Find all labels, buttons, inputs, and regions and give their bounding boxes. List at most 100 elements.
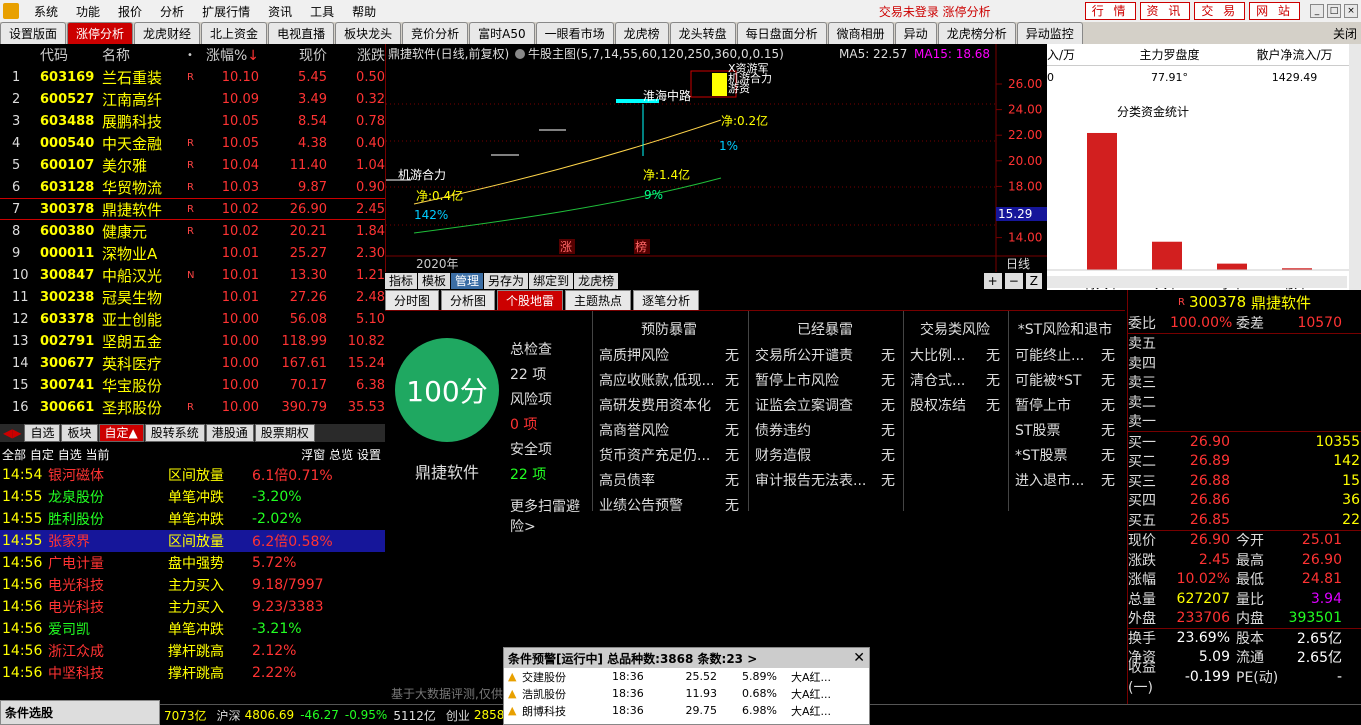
risk-item[interactable]: 暂停上市风险 无 [755,370,895,395]
chart-zoom-button[interactable]: Z [1025,273,1042,289]
menu-item-quote[interactable]: 报价 [109,3,151,20]
menu-item-extended[interactable]: 扩展行情 [193,3,259,20]
stock-row[interactable]: 4 000540 中天金融 R 10.05 4.38 0.40 [0,132,385,154]
close-icon[interactable]: × [1344,4,1358,18]
more-risk-link[interactable]: 更多扫雷避险> [510,496,590,536]
risk-item[interactable]: 进入退市... 无 [1015,470,1115,495]
risk-item[interactable]: 清仓式... 无 [910,370,1000,395]
risk-item[interactable]: 可能被*ST 无 [1015,370,1115,395]
quote-button[interactable]: 行 情 [1084,2,1136,20]
layout-tab[interactable]: 龙虎榜 [614,22,669,44]
col-name[interactable]: 名称 [102,45,187,65]
popup-row[interactable]: ▲ 浩凯股份 18:36 11.93 0.68% 大A红... [504,685,869,702]
alert-row[interactable]: 14:56 中坚科技 撑杆跳高 2.22% [0,662,385,684]
trade-button[interactable]: 交 易 [1194,2,1246,20]
alert-row[interactable]: 14:56 电光科技 主力买入 9.18/7997 [0,574,385,596]
risk-item[interactable]: 高应收账款,低现... 无 [599,370,739,395]
popup-row[interactable]: ▲ 交建股份 18:36 25.52 5.89% 大A红... [504,668,869,685]
stock-row[interactable]: 9 000011 深物业A 10.01 25.27 2.30 [0,242,385,264]
risk-item[interactable]: 交易所公开谴责 无 [755,345,895,370]
risk-item[interactable]: 高质押风险 无 [599,345,739,370]
chart-tool-button[interactable]: 龙虎榜 [574,273,619,289]
stock-row[interactable]: 13 002791 坚朗五金 10.00 118.99 10.82 [0,330,385,352]
layout-tab[interactable]: 电视直播 [268,22,335,44]
alert-row[interactable]: 14:56 浙江众成 撑杆跳高 2.12% [0,640,385,662]
stock-row[interactable]: 12 603378 亚士创能 10.00 56.08 5.10 [0,308,385,330]
layout-tab[interactable]: 北上资金 [201,22,268,44]
risk-item[interactable]: ST股票 无 [1015,420,1115,445]
stock-row[interactable]: 15 300741 华宝股份 10.00 70.17 6.38 [0,374,385,396]
close-tab-button[interactable]: 关闭 [1329,23,1361,44]
group-tab[interactable]: 自选 [24,424,61,442]
layout-tab[interactable]: 设置版面 [0,22,67,44]
menu-item-news[interactable]: 资讯 [259,3,301,20]
risk-item[interactable]: 债券违约 无 [755,420,895,445]
alert-overview-button[interactable]: 总览 [329,446,353,463]
news-button[interactable]: 资 讯 [1139,2,1191,20]
risk-item[interactable]: 业绩公告预警 无 [599,495,739,520]
layout-tab[interactable]: 龙虎财经 [134,22,201,44]
stock-row[interactable]: 11 300238 冠昊生物 10.01 27.26 2.48 [0,286,385,308]
col-change[interactable]: 涨跌 [327,45,385,65]
risk-item[interactable]: 暂停上市 无 [1015,395,1115,420]
kline-chart[interactable]: 鼎捷软件(日线,前复权) 牛股主图(5,7,14,55,60,120,250,3… [385,44,1048,272]
stock-row[interactable]: 14 300677 英科医疗 10.00 167.61 15.24 [0,352,385,374]
settings-icon[interactable] [515,49,525,59]
layout-tab[interactable]: 龙头转盘 [669,22,736,44]
group-tab[interactable]: 港股通 [205,424,254,442]
stock-row[interactable]: 8 600380 健康元 R 10.02 20.21 1.84 [0,220,385,242]
fund-scrollbar[interactable] [1349,44,1361,290]
layout-tab[interactable]: 微商相册 [827,22,894,44]
layout-tab[interactable]: 每日盘面分析 [736,22,827,44]
layout-tab[interactable]: 富时A50 [469,22,535,44]
stock-row[interactable]: 1 603169 兰石重装 R 10.10 5.45 0.50 [0,66,385,88]
group-tab[interactable]: 自定▲ [98,424,144,442]
scroll-left-icon[interactable]: ◀▶ [0,426,24,440]
alert-tab-watch[interactable]: 自选 [58,446,82,463]
chart-tool-button[interactable]: 指标 [385,273,418,289]
alert-row[interactable]: 14:56 广电计量 盘中强势 5.72% [0,552,385,574]
maximize-icon[interactable]: □ [1327,4,1341,18]
menu-item-function[interactable]: 功能 [67,3,109,20]
group-tab[interactable]: 股转系统 [144,424,205,442]
stock-row[interactable]: 7 300378 鼎捷软件 R 10.02 26.90 2.45 [0,198,385,220]
popup-row[interactable]: ▲ 朗博科技 18:36 29.75 6.98% 大A红... [504,702,869,719]
chart-zoom-button[interactable]: + [983,273,1002,289]
alert-tab-current[interactable]: 当前 [86,446,110,463]
group-tab[interactable]: 板块 [61,424,98,442]
stock-row[interactable]: 10 300847 中船汉光 N 10.01 13.30 1.21 [0,264,385,286]
chart-zoom-button[interactable]: − [1004,273,1023,289]
stock-row[interactable]: 3 603488 展鹏科技 10.05 8.54 0.78 [0,110,385,132]
chart-tool-button[interactable]: 模板 [418,273,451,289]
menu-item-tools[interactable]: 工具 [301,3,343,20]
stock-row[interactable]: 5 600107 美尔雅 R 10.04 11.40 1.04 [0,154,385,176]
risk-item[interactable]: 可能终止... 无 [1015,345,1115,370]
risk-item[interactable]: 证监会立案调查 无 [755,395,895,420]
risk-item[interactable]: 审计报告无法表... 无 [755,470,895,495]
sub-tab[interactable]: 分时图 [385,290,440,310]
alert-row[interactable]: 14:56 电光科技 主力买入 9.23/3383 [0,596,385,618]
group-tab[interactable]: 股票期权 [254,424,315,442]
col-code[interactable]: 代码 [40,45,102,65]
stock-row[interactable]: 16 300661 圣邦股份 R 10.00 390.79 35.53 [0,396,385,418]
condition-select-panel[interactable]: 条件选股 [0,700,160,725]
stock-row[interactable]: 2 600527 江南高纤 10.09 3.49 0.32 [0,88,385,110]
alert-tab-custom[interactable]: 自定 [30,446,54,463]
alert-row[interactable]: 14:55 胜利股份 单笔冲跌 -2.02% [0,508,385,530]
layout-tab[interactable]: 一眼看市场 [535,22,614,44]
layout-tab[interactable]: 龙虎榜分析 [937,22,1016,44]
col-pct[interactable]: 涨幅%↓ [199,45,259,65]
risk-item[interactable]: 大比例... 无 [910,345,1000,370]
popup-close-icon[interactable]: ✕ [853,650,865,666]
alert-settings-button[interactable]: 设置 [357,446,381,463]
menu-item-help[interactable]: 帮助 [343,3,385,20]
risk-item[interactable]: 高商誉风险 无 [599,420,739,445]
layout-tab[interactable]: 涨停分析 [67,22,134,44]
chart-tool-button[interactable]: 另存为 [484,273,529,289]
chart-tool-button[interactable]: 管理 [451,273,484,289]
alert-tab-all[interactable]: 全部 [0,446,26,463]
website-button[interactable]: 网 站 [1249,2,1300,20]
stock-row[interactable]: 6 603128 华贸物流 R 10.03 9.87 0.90 [0,176,385,198]
layout-tab[interactable]: 竞价分析 [402,22,469,44]
layout-tab[interactable]: 异动 [894,22,937,44]
